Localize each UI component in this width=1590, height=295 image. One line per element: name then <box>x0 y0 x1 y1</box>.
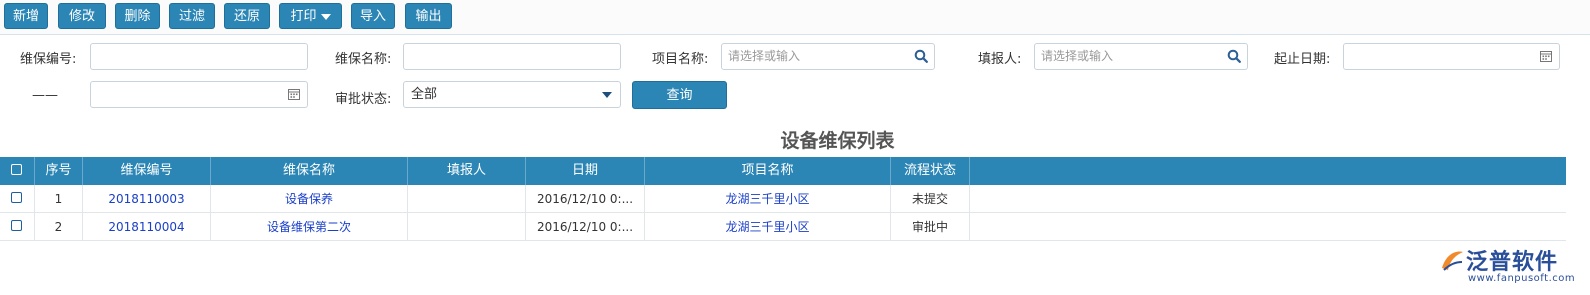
select-all-checkbox[interactable] <box>11 164 22 175</box>
name-label: 维保名称: <box>335 52 392 67</box>
logo-name: 泛普软件 <box>1466 250 1559 275</box>
brand-logo: 泛普软件 www.fanpusoft.com <box>1438 244 1588 292</box>
row-checkbox-cell <box>0 185 35 213</box>
row-name-link[interactable]: 设备维保第二次 <box>211 213 408 241</box>
toolbar: 新增 修改 删除 过滤 还原 打印 导入 输出 <box>0 0 1590 35</box>
header-status[interactable]: 流程状态 <box>891 157 970 185</box>
row-reporter <box>408 213 526 241</box>
row-checkbox-cell <box>0 213 35 241</box>
row-status: 未提交 <box>891 185 970 213</box>
table-row[interactable]: 1 2018110003 设备保养 2016/12/10 0:... 龙湖三千里… <box>0 185 1566 213</box>
delete-button[interactable]: 删除 <box>115 3 160 29</box>
row-project-link[interactable]: 龙湖三千里小区 <box>645 185 891 213</box>
header-reporter[interactable]: 填报人 <box>408 157 526 185</box>
chevron-down-icon <box>602 92 612 98</box>
status-select[interactable]: 全部 <box>403 81 621 108</box>
row-status: 审批中 <box>891 213 970 241</box>
page-title: 设备维保列表 <box>780 130 895 152</box>
logo-url: www.fanpusoft.com <box>1468 273 1576 284</box>
row-name-link[interactable]: 设备保养 <box>211 185 408 213</box>
header-name[interactable]: 维保名称 <box>211 157 408 185</box>
row-date: 2016/12/10 0:... <box>526 185 645 213</box>
table-header: 序号 维保编号 维保名称 填报人 日期 项目名称 流程状态 <box>0 157 1566 185</box>
edit-button[interactable]: 修改 <box>58 3 106 29</box>
code-label: 维保编号: <box>20 52 77 67</box>
header-checkbox-cell <box>0 157 35 185</box>
filter-button[interactable]: 过滤 <box>169 3 215 29</box>
project-input[interactable]: 请选择或输入 <box>721 43 935 70</box>
header-project[interactable]: 项目名称 <box>645 157 891 185</box>
date-label: 起止日期: <box>1274 52 1331 67</box>
status-label: 审批状态: <box>335 92 392 107</box>
project-label: 项目名称: <box>652 52 709 67</box>
row-code-link[interactable]: 2018110004 <box>83 213 211 241</box>
row-index: 1 <box>35 185 83 213</box>
header-index: 序号 <box>35 157 83 185</box>
search-icon[interactable] <box>1227 49 1241 63</box>
add-button[interactable]: 新增 <box>4 3 48 29</box>
export-button[interactable]: 输出 <box>405 3 452 29</box>
header-date[interactable]: 日期 <box>526 157 645 185</box>
print-button[interactable]: 打印 <box>279 3 342 29</box>
row-code-link[interactable]: 2018110003 <box>83 185 211 213</box>
chevron-down-icon <box>320 13 331 20</box>
print-label: 打印 <box>290 9 317 24</box>
table-row[interactable]: 2 2018110004 设备维保第二次 2016/12/10 0:... 龙湖… <box>0 213 1566 241</box>
row-date: 2016/12/10 0:... <box>526 213 645 241</box>
search-icon[interactable] <box>914 49 928 63</box>
project-placeholder: 请选择或输入 <box>728 49 801 63</box>
logo-icon <box>1442 251 1463 271</box>
row-reporter <box>408 185 526 213</box>
name-input[interactable] <box>403 43 621 70</box>
reporter-input[interactable]: 请选择或输入 <box>1034 43 1248 70</box>
restore-button[interactable]: 还原 <box>224 3 270 29</box>
query-button[interactable]: 查询 <box>632 81 727 109</box>
row-index: 2 <box>35 213 83 241</box>
import-button[interactable]: 导入 <box>351 3 395 29</box>
row-checkbox[interactable] <box>11 192 22 203</box>
calendar-icon[interactable] <box>287 87 301 101</box>
reporter-placeholder: 请选择或输入 <box>1041 49 1114 63</box>
code-input[interactable] <box>90 43 308 70</box>
date-to-input[interactable] <box>90 81 308 108</box>
date-from-input[interactable] <box>1343 43 1560 70</box>
header-code[interactable]: 维保编号 <box>83 157 211 185</box>
row-project-link[interactable]: 龙湖三千里小区 <box>645 213 891 241</box>
status-select-value: 全部 <box>411 87 438 102</box>
range-separator: —— <box>32 88 58 103</box>
reporter-label: 填报人: <box>978 52 1022 67</box>
calendar-icon[interactable] <box>1539 49 1553 63</box>
row-checkbox[interactable] <box>11 220 22 231</box>
